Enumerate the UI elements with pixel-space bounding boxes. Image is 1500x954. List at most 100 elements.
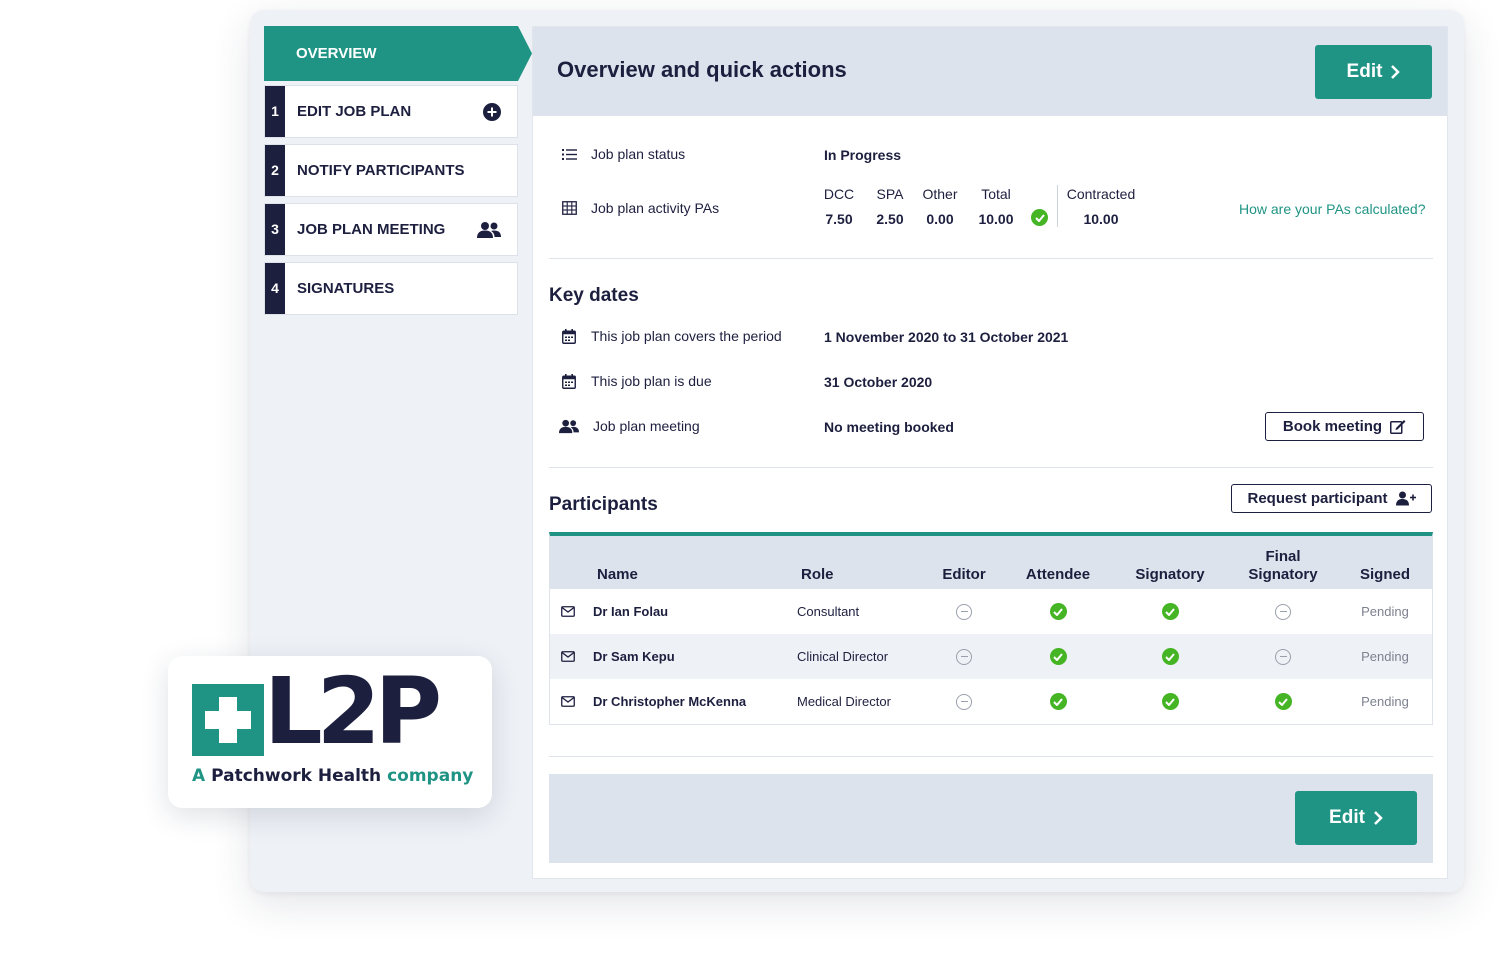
- participant-role: Medical Director: [797, 694, 891, 709]
- request-participant-label: Request participant: [1247, 490, 1388, 507]
- column-header-final-signatory: Final Signatory: [1238, 548, 1328, 584]
- pa-value: 10.00: [978, 211, 1014, 227]
- pa-header: Contracted: [1066, 186, 1136, 202]
- l2p-logo-card: L2P A Patchwork Health company: [168, 656, 492, 808]
- main-panel: Overview and quick actions Edit Job plan…: [532, 26, 1448, 879]
- tagline-company: Patchwork Health: [211, 766, 382, 786]
- checklist-icon: [561, 146, 577, 162]
- pas-calculation-link[interactable]: How are your PAs calculated?: [1239, 201, 1426, 217]
- pa-value: 10.00: [1083, 211, 1119, 227]
- book-meeting-button[interactable]: Book meeting: [1265, 412, 1424, 441]
- column-header-name: Name: [597, 566, 638, 583]
- participants-title: Participants: [549, 494, 658, 515]
- column-header-signatory: Signatory: [1135, 566, 1205, 583]
- pa-column-other: Other 0.00: [918, 186, 962, 227]
- editor-status: [931, 634, 997, 679]
- due-value: 31 October 2020: [824, 374, 933, 390]
- table-header: Name Role Editor Attendee Signatory Fina…: [550, 536, 1432, 589]
- divider: [549, 756, 1433, 757]
- pa-value: 7.50: [825, 211, 853, 227]
- page-title: Overview and quick actions: [557, 57, 847, 82]
- step-number: 3: [265, 204, 285, 255]
- final-signatory-status: [1238, 589, 1328, 634]
- mail-icon[interactable]: [561, 679, 575, 724]
- minus-circle-icon: [956, 603, 972, 620]
- edit-icon: [1390, 420, 1406, 434]
- participants-table: Name Role Editor Attendee Signatory Fina…: [549, 532, 1433, 725]
- calendar-icon: [561, 373, 577, 389]
- sidebar-item-edit-job-plan[interactable]: 1 EDIT JOB PLAN: [264, 85, 518, 138]
- pa-header: Total: [981, 186, 1011, 202]
- table-row: Dr Christopher McKenna Medical Director …: [550, 679, 1432, 724]
- header-line: Final: [1265, 548, 1301, 565]
- chevron-right-icon: [1374, 811, 1383, 825]
- participant-name: Dr Ian Folau: [593, 604, 669, 619]
- check-circle-icon: [1161, 693, 1179, 710]
- signatory-status: [1124, 634, 1216, 679]
- divider: [549, 467, 1433, 468]
- due-label: This job plan is due: [561, 373, 712, 389]
- column-header-editor: Editor: [942, 566, 986, 583]
- mail-icon[interactable]: [561, 589, 575, 634]
- check-circle-icon: [1049, 648, 1067, 665]
- edit-button[interactable]: Edit: [1315, 45, 1432, 99]
- attendee-status: [1016, 679, 1100, 724]
- final-signatory-status: [1238, 679, 1328, 724]
- period-value: 1 November 2020 to 31 October 2021: [824, 329, 1069, 345]
- sidebar-item-label: EDIT JOB PLAN: [297, 103, 412, 120]
- pa-value: 0.00: [926, 211, 954, 227]
- job-plan-status-text: Job plan status: [591, 146, 686, 162]
- book-meeting-label: Book meeting: [1282, 418, 1383, 435]
- attendee-status: [1016, 634, 1100, 679]
- table-icon: [561, 200, 577, 216]
- sidebar-item-signatures[interactable]: 4 SIGNATURES: [264, 262, 518, 315]
- header-line: Signatory: [1248, 566, 1318, 583]
- mail-icon[interactable]: [561, 634, 575, 679]
- pa-separator: [1057, 185, 1058, 227]
- sidebar-item-overview[interactable]: OVERVIEW: [264, 26, 532, 81]
- users-icon: [559, 418, 579, 434]
- divider: [549, 258, 1433, 259]
- pa-header: DCC: [823, 186, 855, 202]
- footer-edit-button[interactable]: Edit: [1295, 791, 1417, 845]
- sidebar-item-notify-participants[interactable]: 2 NOTIFY PARTICIPANTS: [264, 144, 518, 197]
- pa-column-contracted: Contracted 10.00: [1066, 186, 1136, 227]
- key-dates-title: Key dates: [549, 285, 639, 306]
- minus-circle-icon: [1275, 648, 1291, 665]
- participant-role: Clinical Director: [797, 649, 889, 664]
- check-circle-icon: [1161, 603, 1179, 620]
- pa-column-dcc: DCC 7.50: [817, 186, 861, 227]
- step-number: 1: [265, 86, 285, 137]
- sidebar-item-label: SIGNATURES: [297, 280, 395, 297]
- page-header: Overview and quick actions Edit: [533, 27, 1447, 116]
- logo-tagline: A Patchwork Health company: [192, 766, 473, 786]
- logo-wordmark: L2P: [264, 658, 442, 765]
- step-number: 4: [265, 263, 285, 314]
- request-participant-button[interactable]: Request participant: [1231, 484, 1432, 513]
- check-circle-icon: [1049, 603, 1067, 620]
- participant-role: Consultant: [797, 604, 860, 619]
- final-signatory-status: [1238, 634, 1328, 679]
- minus-circle-icon: [1275, 603, 1291, 620]
- meeting-label-text: Job plan meeting: [593, 418, 700, 434]
- signatory-status: [1124, 679, 1216, 724]
- check-circle-icon: [1274, 693, 1292, 710]
- signed-status: Pending: [1361, 694, 1409, 709]
- job-plan-activity-text: Job plan activity PAs: [591, 200, 720, 216]
- calendar-icon: [561, 328, 577, 344]
- plus-circle-icon[interactable]: [483, 102, 501, 121]
- edit-button-label: Edit: [1346, 61, 1383, 82]
- meeting-value: No meeting booked: [824, 419, 954, 435]
- sidebar-item-job-plan-meeting[interactable]: 3 JOB PLAN MEETING: [264, 203, 518, 256]
- participant-name: Dr Sam Kepu: [593, 649, 675, 664]
- job-plan-activity-label: Job plan activity PAs: [561, 200, 719, 216]
- pa-value: 2.50: [876, 211, 904, 227]
- pa-header: SPA: [876, 186, 904, 202]
- period-label: This job plan covers the period: [561, 328, 782, 344]
- signed-status: Pending: [1361, 604, 1409, 619]
- medical-cross-icon: [192, 684, 264, 756]
- check-circle-icon: [1161, 648, 1179, 665]
- column-header-role: Role: [801, 566, 834, 583]
- participant-name: Dr Christopher McKenna: [593, 694, 747, 709]
- table-row: Dr Ian Folau Consultant Pending: [550, 589, 1432, 634]
